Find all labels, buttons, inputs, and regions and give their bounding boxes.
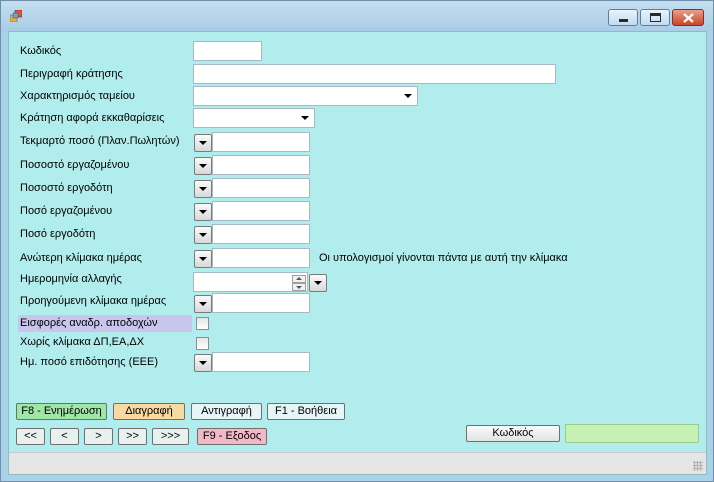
chevron-down-icon: [199, 361, 207, 365]
description-input[interactable]: [193, 64, 556, 84]
employee-amount-label: Ποσό εργαζομένου: [20, 205, 113, 217]
maximize-button[interactable]: [640, 9, 670, 26]
chevron-down-icon: [199, 187, 207, 191]
status-bar: [9, 452, 706, 474]
prev-record-button[interactable]: <: [50, 428, 79, 445]
subsidy-dropdown-button[interactable]: [194, 354, 212, 372]
help-button[interactable]: F1 - Βοήθεια: [267, 403, 345, 420]
delete-button[interactable]: Διαγραφή: [113, 403, 185, 420]
employee-pct-label: Ποσοστό εργαζομένου: [20, 159, 130, 171]
spin-down-button[interactable]: [292, 283, 306, 291]
subsidy-label: Ημ. ποσό επιδότησης (ΕΕΕ): [20, 356, 158, 368]
first-record-button[interactable]: <<: [16, 428, 45, 445]
chevron-down-icon: [199, 210, 207, 214]
last-record-button[interactable]: >>>: [152, 428, 189, 445]
resize-grip-icon[interactable]: [693, 461, 703, 471]
next-page-button[interactable]: >>: [118, 428, 147, 445]
upper-scale-label: Ανώτερη κλίμακα ημέρας: [20, 252, 142, 264]
chevron-down-icon: [199, 164, 207, 168]
clearing-combo[interactable]: [193, 108, 315, 128]
fund-combo[interactable]: [193, 86, 418, 106]
change-date-label: Ημερομηνία αλλαγής: [20, 273, 122, 285]
fund-label: Χαρακτηρισμός ταμείου: [20, 90, 135, 102]
title-bar[interactable]: [1, 1, 713, 31]
maximize-icon: [650, 13, 661, 22]
retro-contributions-checkbox[interactable]: [196, 317, 209, 330]
chevron-down-icon: [199, 141, 207, 145]
employer-pct-dropdown-button[interactable]: [194, 180, 212, 198]
chevron-down-icon: [296, 286, 302, 289]
employee-pct-dropdown-button[interactable]: [194, 157, 212, 175]
chevron-down-icon: [199, 257, 207, 261]
code-input[interactable]: [193, 41, 262, 61]
imputed-input[interactable]: [212, 132, 310, 152]
spin-up-button[interactable]: [292, 275, 306, 283]
chevron-up-icon: [296, 277, 302, 280]
code-label: Κωδικός: [20, 45, 62, 57]
employer-pct-input[interactable]: [212, 178, 310, 198]
employer-amount-label: Ποσό εργοδότη: [20, 228, 96, 240]
employer-pct-label: Ποσοστό εργοδότη: [20, 182, 113, 194]
imputed-label: Τεκμαρτό ποσό (Πλαν.Πωλητών): [20, 135, 180, 147]
change-date-dropdown-button[interactable]: [309, 274, 327, 292]
chevron-down-icon: [199, 233, 207, 237]
main-window: Κωδικός Περιγραφή κράτησης Χαρακτηρισμός…: [0, 0, 714, 482]
chevron-down-icon: [301, 116, 309, 120]
upper-scale-input[interactable]: [212, 248, 310, 268]
no-scale-label: Χωρίς κλίμακα ΔΠ,ΕΑ,ΔΧ: [20, 336, 145, 348]
exit-button[interactable]: F9 - Εξοδος: [197, 428, 267, 445]
form-panel: Κωδικός Περιγραφή κράτησης Χαρακτηρισμός…: [8, 31, 707, 475]
description-label: Περιγραφή κράτησης: [20, 68, 123, 80]
employee-amount-input[interactable]: [212, 201, 310, 221]
search-code-button[interactable]: Κωδικός: [466, 425, 560, 442]
close-icon: [683, 13, 694, 23]
update-button[interactable]: F8 - Ενημέρωση: [16, 403, 107, 420]
clearing-label: Κράτηση αφορά εκκαθαρίσεις: [20, 112, 165, 124]
change-date-input[interactable]: [193, 272, 308, 292]
employer-amount-input[interactable]: [212, 224, 310, 244]
date-spinner[interactable]: [292, 275, 306, 291]
search-code-input[interactable]: [565, 424, 699, 443]
prev-scale-label: Προηγούμενη κλίμακα ημέρας: [20, 295, 167, 307]
imputed-dropdown-button[interactable]: [194, 134, 212, 152]
chevron-down-icon: [199, 302, 207, 306]
chevron-down-icon: [314, 281, 322, 285]
subsidy-input[interactable]: [212, 352, 310, 372]
copy-button[interactable]: Αντιγραφή: [191, 403, 262, 420]
minimize-button[interactable]: [608, 9, 638, 26]
app-icon: [10, 10, 22, 22]
no-scale-checkbox[interactable]: [196, 337, 209, 350]
retro-contributions-label: Εισφορές αναδρ. αποδοχών: [18, 315, 192, 332]
employer-amount-dropdown-button[interactable]: [194, 226, 212, 244]
employee-amount-dropdown-button[interactable]: [194, 203, 212, 221]
prev-scale-dropdown-button[interactable]: [194, 295, 212, 313]
close-button[interactable]: [672, 9, 704, 26]
chevron-down-icon: [404, 94, 412, 98]
next-record-button[interactable]: >: [84, 428, 113, 445]
minimize-icon: [619, 19, 628, 22]
prev-scale-input[interactable]: [212, 293, 310, 313]
employee-pct-input[interactable]: [212, 155, 310, 175]
upper-scale-note: Οι υπολογισμοί γίνονται πάντα με αυτή τη…: [319, 252, 568, 264]
upper-scale-dropdown-button[interactable]: [194, 250, 212, 268]
